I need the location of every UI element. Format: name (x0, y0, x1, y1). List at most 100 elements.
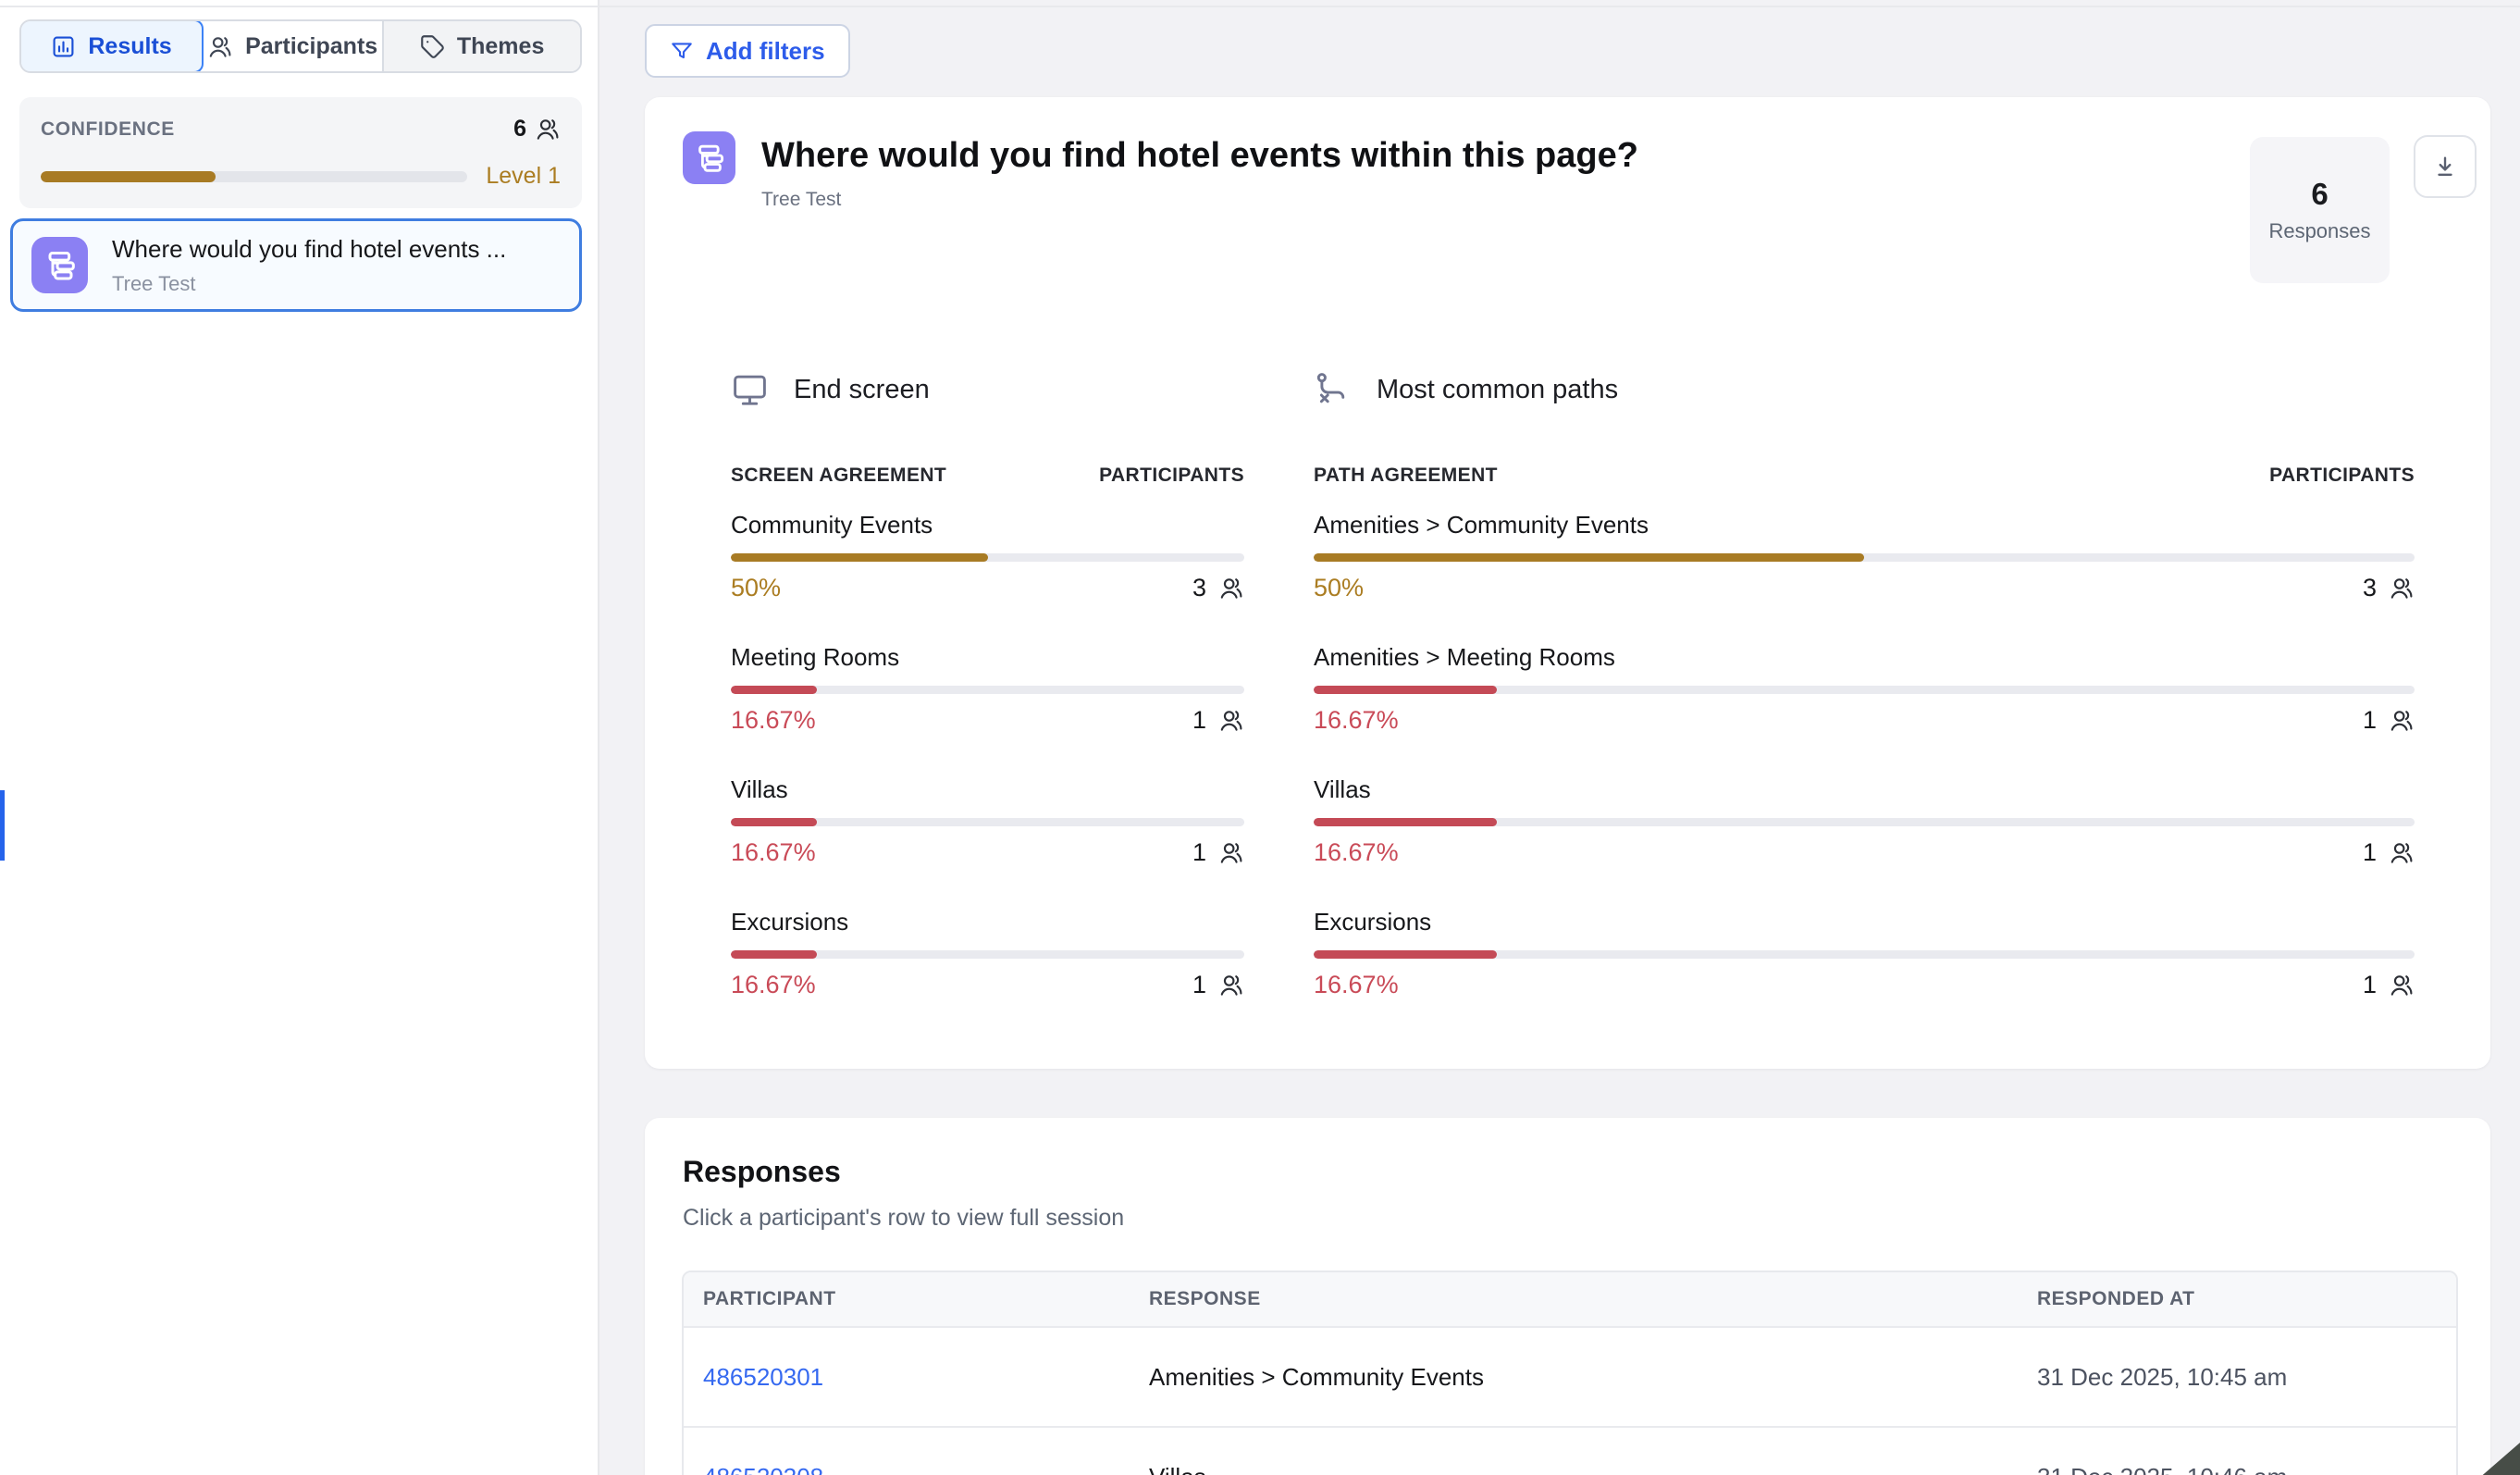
agreement-bar-fill (1314, 553, 1864, 562)
responses-count-value: 6 (2311, 177, 2328, 212)
add-filters-button[interactable]: Add filters (645, 24, 850, 78)
col-header-participant: PARTICIPANT (703, 1288, 1149, 1310)
agreement-percent: 50% (731, 574, 781, 602)
confidence-participant-count: 6 (513, 116, 561, 143)
agreement-bar-track (731, 686, 1244, 694)
tab-themes-label: Themes (457, 33, 544, 60)
sidebar: Results Participants Themes (0, 0, 599, 1475)
common-path-row: Amenities > Community Events 50% 3 (1314, 511, 2415, 602)
end-screen-row: Community Events 50% 3 (731, 511, 1244, 602)
common-path-row: Amenities > Meeting Rooms 16.67% 1 (1314, 643, 2415, 735)
end-screen-row: Villas 16.67% 1 (731, 775, 1244, 867)
responses-card: Responses Click a participant's row to v… (645, 1118, 2490, 1475)
view-tab-group: Results Participants Themes (19, 19, 582, 73)
common-paths-column: Most common paths PATH AGREEMENT PARTICI… (1314, 368, 2415, 1040)
participant-count: 1 (2363, 706, 2415, 735)
sidebar-scroll-indicator[interactable] (0, 790, 5, 861)
participant-count-value: 3 (1192, 574, 1206, 602)
col-header-responded-at: RESPONDED AT (2037, 1288, 2456, 1310)
confidence-level-label: Level 1 (486, 163, 561, 190)
end-screen-column: End screen SCREEN AGREEMENT PARTICIPANTS… (731, 368, 1244, 1040)
table-row[interactable]: 486520301 Amenities > Community Events 3… (684, 1326, 2456, 1426)
agreement-bar-track (1314, 818, 2415, 826)
participant-link[interactable]: 486520308 (703, 1463, 1149, 1475)
participant-count: 1 (2363, 838, 2415, 867)
add-filters-label: Add filters (706, 37, 825, 66)
responses-table-header: PARTICIPANT RESPONSE RESPONDED AT (684, 1272, 2456, 1326)
agreement-percent: 16.67% (1314, 706, 1399, 735)
users-icon (2390, 840, 2415, 865)
response-cell: Amenities > Community Events (1149, 1363, 2037, 1392)
question-title: Where would you find hotel events within… (761, 136, 1638, 176)
agreement-label: Amenities > Meeting Rooms (1314, 643, 2415, 672)
download-button[interactable] (2414, 135, 2477, 198)
confidence-label: CONFIDENCE (41, 118, 175, 141)
agreement-bar-fill (1314, 818, 1497, 826)
table-row[interactable]: 486520308 Villas 31 Dec 2025, 10:46 am (684, 1426, 2456, 1475)
agreement-bar-fill (1314, 950, 1497, 959)
responses-count-box: 6 Responses (2250, 137, 2390, 283)
end-screen-row: Meeting Rooms 16.67% 1 (731, 643, 1244, 735)
main-content: Add filters Where would you find hotel e… (601, 0, 2520, 1475)
sidebar-question-subtitle: Tree Test (112, 272, 506, 296)
users-icon (2390, 708, 2415, 733)
agreement-bar-fill (731, 950, 817, 959)
participant-count: 1 (1192, 971, 1244, 999)
tag-icon (420, 34, 445, 59)
confidence-count-value: 6 (513, 116, 526, 143)
common-path-row: Excursions 16.67% 1 (1314, 908, 2415, 999)
confidence-card: CONFIDENCE 6 Level 1 (19, 97, 582, 208)
participants-header: PARTICIPANTS (1099, 465, 1244, 487)
tab-participants[interactable]: Participants (204, 21, 382, 71)
screen-agreement-header: SCREEN AGREEMENT (731, 465, 946, 487)
agreement-percent: 16.67% (731, 838, 816, 867)
users-icon (536, 117, 561, 142)
agreement-bar-fill (731, 686, 817, 694)
tree-test-icon (683, 131, 735, 184)
agreement-percent: 16.67% (731, 971, 816, 999)
agreement-bar-fill (731, 818, 817, 826)
participant-count-value: 1 (2363, 971, 2377, 999)
responses-count-label: Responses (2268, 219, 2370, 243)
participant-count-value: 1 (1192, 706, 1206, 735)
col-header-response: RESPONSE (1149, 1288, 2037, 1310)
responses-section-title: Responses (683, 1155, 841, 1189)
end-screen-title: End screen (794, 375, 930, 405)
tab-results[interactable]: Results (19, 19, 204, 73)
agreement-bar-track (1314, 553, 2415, 562)
participant-link[interactable]: 486520301 (703, 1363, 1149, 1392)
responses-table: PARTICIPANT RESPONSE RESPONDED AT 486520… (682, 1270, 2458, 1475)
funnel-icon (670, 39, 694, 63)
agreement-percent: 16.67% (731, 706, 816, 735)
common-path-row: Villas 16.67% 1 (1314, 775, 2415, 867)
response-cell: Villas (1149, 1463, 2037, 1475)
tab-participants-label: Participants (245, 33, 377, 60)
agreement-percent: 16.67% (1314, 971, 1399, 999)
users-icon (2390, 973, 2415, 998)
tree-test-icon (31, 237, 88, 293)
agreement-label: Excursions (1314, 908, 2415, 936)
participant-count-value: 3 (2363, 574, 2377, 602)
agreement-bar-fill (731, 553, 988, 562)
question-subtitle: Tree Test (761, 189, 1638, 211)
route-icon (1314, 371, 1352, 409)
agreement-label: Villas (731, 775, 1244, 804)
agreement-percent: 50% (1314, 574, 1364, 602)
participant-count: 3 (2363, 574, 2415, 602)
participant-count: 1 (2363, 971, 2415, 999)
participant-count: 3 (1192, 574, 1244, 602)
agreement-label: Excursions (731, 908, 1244, 936)
users-icon (208, 34, 233, 59)
agreement-label: Amenities > Community Events (1314, 511, 2415, 539)
participant-count: 1 (1192, 706, 1244, 735)
tab-themes[interactable]: Themes (382, 21, 580, 71)
confidence-progress-track (41, 171, 467, 182)
responses-section-subtitle: Click a participant's row to view full s… (683, 1205, 1124, 1232)
responded-at-cell: 31 Dec 2025, 10:46 am (2037, 1463, 2456, 1475)
users-icon (1219, 840, 1244, 865)
end-screen-row: Excursions 16.67% 1 (731, 908, 1244, 999)
agreement-bar-track (731, 818, 1244, 826)
participant-count-value: 1 (1192, 838, 1206, 867)
sidebar-item-question-tree-test[interactable]: Where would you find hotel events ... Tr… (10, 218, 582, 312)
agreement-bar-track (1314, 950, 2415, 959)
